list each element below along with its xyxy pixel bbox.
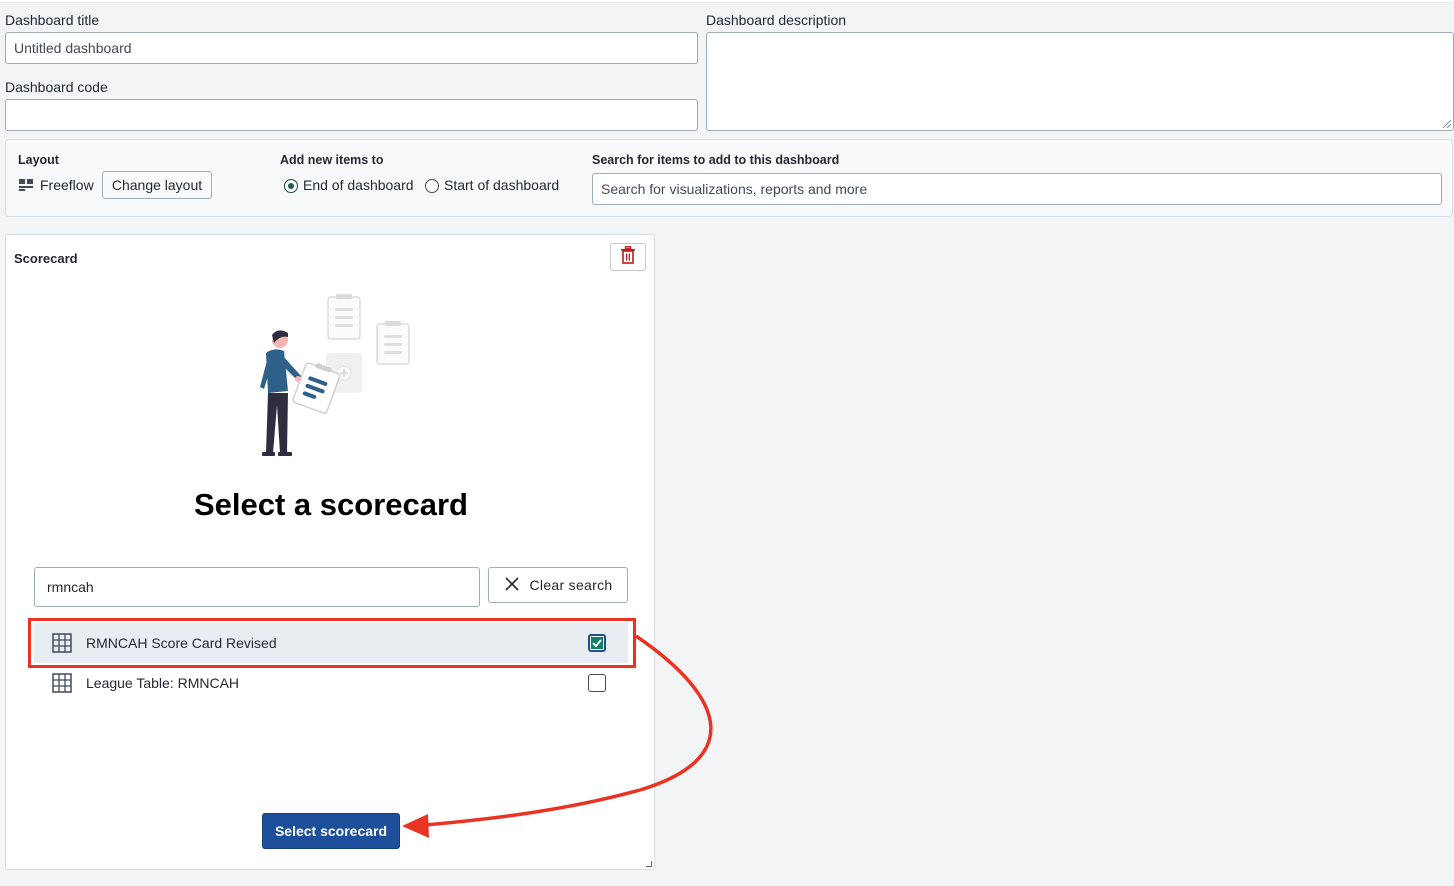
annotation-arrow <box>402 634 713 838</box>
